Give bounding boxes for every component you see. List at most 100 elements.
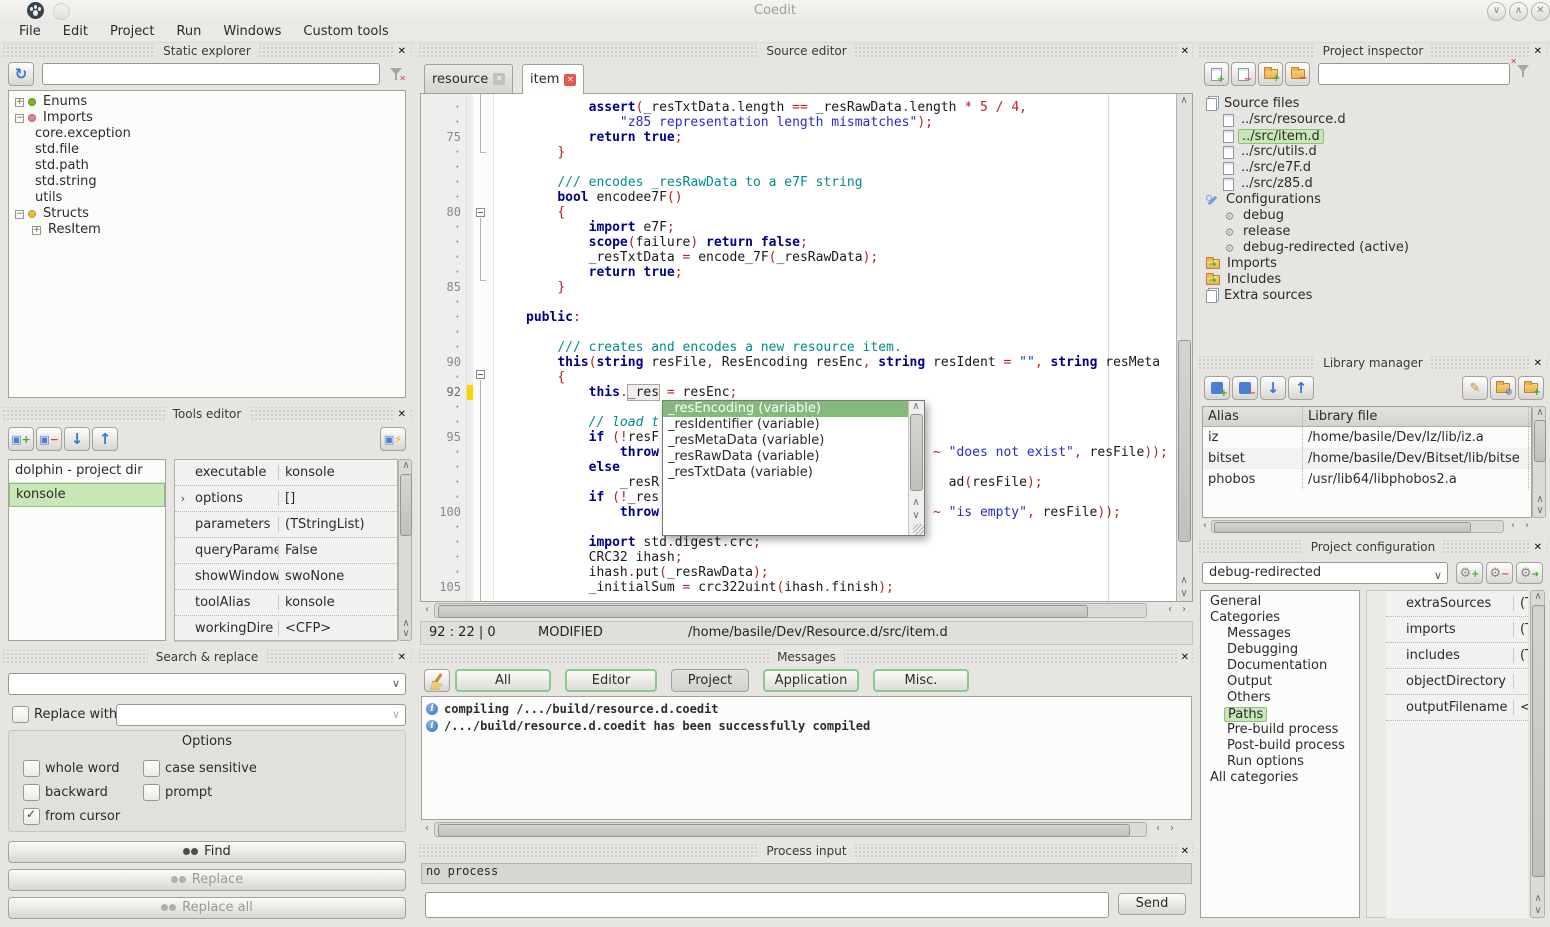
library-row-phobos[interactable]: phobos/usr/lib64/libphobos2.a/us bbox=[1203, 469, 1531, 490]
inspector-filter-input[interactable] bbox=[1318, 63, 1510, 85]
expander-icon[interactable]: + bbox=[32, 226, 41, 235]
property-row-showwindow[interactable]: showWindowswoNone bbox=[175, 564, 397, 590]
replace-with-checkbox[interactable] bbox=[12, 706, 29, 723]
replace-button[interactable]: Replace bbox=[8, 869, 406, 891]
configuration-combo[interactable]: debug-redirected ∨ bbox=[1202, 562, 1448, 584]
tree-item-imports[interactable]: Imports bbox=[1200, 256, 1546, 272]
scrollbar-thumb[interactable] bbox=[400, 474, 412, 536]
menu-run[interactable]: Run bbox=[165, 22, 212, 43]
move-library-up-button[interactable]: ↑ bbox=[1288, 376, 1314, 400]
scroll-right-icon[interactable]: › bbox=[1177, 604, 1191, 616]
send-button[interactable]: Send bbox=[1118, 893, 1186, 915]
property-row-workingdire[interactable]: workingDire<CFP> bbox=[175, 616, 397, 642]
property-value[interactable]: <CFP> bbox=[279, 621, 397, 636]
tree-item-debugging[interactable]: Debugging bbox=[1201, 642, 1359, 658]
whole-word-checkbox[interactable] bbox=[23, 760, 40, 777]
clone-configuration-button[interactable]: ⚙➜ bbox=[1516, 562, 1543, 584]
tree-item-release[interactable]: ⚙release bbox=[1200, 224, 1546, 240]
close-panel-icon[interactable]: ✕ bbox=[395, 407, 409, 422]
from-cursor-checkbox[interactable] bbox=[23, 808, 40, 825]
message-row[interactable]: i/.../build/resource.d.coedit has been s… bbox=[422, 717, 1191, 734]
menu-edit[interactable]: Edit bbox=[52, 22, 99, 43]
tree-item-std-string[interactable]: std.string bbox=[9, 174, 405, 190]
filter-button-application[interactable]: Application bbox=[763, 669, 859, 692]
scroll-left-icon[interactable]: ‹ bbox=[1506, 520, 1520, 532]
tab-close-icon[interactable]: ✕ bbox=[493, 73, 505, 85]
add-library-button[interactable]: + bbox=[1204, 376, 1230, 400]
property-row-includes[interactable]: includes(T bbox=[1386, 643, 1528, 669]
replace-with-combo[interactable]: ∨ bbox=[116, 704, 406, 726]
filter-button-project[interactable]: Project bbox=[671, 669, 749, 692]
property-row-options[interactable]: ›options[] bbox=[175, 486, 397, 512]
close-panel-icon[interactable]: ✕ bbox=[395, 44, 409, 59]
expander-icon[interactable]: − bbox=[15, 114, 24, 123]
scroll-up-icon[interactable]: ∧ bbox=[1531, 591, 1545, 603]
edit-library-button[interactable]: ✎ bbox=[1462, 376, 1488, 400]
property-value[interactable]: False bbox=[279, 543, 397, 558]
scrollbar-thumb[interactable] bbox=[1532, 605, 1545, 877]
tree-item-src-resource-d[interactable]: ../src/resource.d bbox=[1200, 112, 1546, 128]
remove-tool-button[interactable]: ▣− bbox=[36, 427, 62, 451]
search-term-combo[interactable]: ∨ bbox=[8, 673, 406, 695]
menu-custom-tools[interactable]: Custom tools bbox=[292, 22, 399, 43]
close-panel-icon[interactable]: ✕ bbox=[395, 650, 409, 665]
case-sensitive-checkbox[interactable] bbox=[143, 760, 160, 777]
library-row-bitset[interactable]: bitset/home/basile/Dev/Bitset/lib/bitse/… bbox=[1203, 448, 1531, 469]
close-button[interactable]: ✕ bbox=[1531, 2, 1550, 21]
editor-vertical-scrollbar[interactable]: ∧ ∧ ∨ bbox=[1176, 94, 1192, 601]
tree-item-run-options[interactable]: Run options bbox=[1201, 754, 1359, 770]
property-row-imports[interactable]: imports(T bbox=[1386, 617, 1528, 643]
config-grid-scrollbar[interactable]: ∧ ∧ ∨ bbox=[1530, 590, 1545, 918]
messages-list[interactable]: icompiling /.../build/resource.d.coediti… bbox=[421, 696, 1192, 820]
property-row-outputfilename[interactable]: outputFilename<C bbox=[1386, 695, 1528, 721]
property-row-parameters[interactable]: parameters(TStringList) bbox=[175, 512, 397, 538]
tree-item-includes[interactable]: Includes bbox=[1200, 272, 1546, 288]
menu-windows[interactable]: Windows bbox=[212, 22, 292, 43]
scrollbar-thumb[interactable] bbox=[438, 605, 1088, 618]
library-row-iz[interactable]: iz/home/basile/Dev/Iz/lib/iz.a/ho bbox=[1203, 427, 1531, 448]
tree-item-general[interactable]: General bbox=[1201, 594, 1359, 610]
tree-item-resitem[interactable]: +ResItem bbox=[9, 222, 405, 238]
scrollbar-thumb[interactable] bbox=[1534, 420, 1546, 462]
scrollbar-thumb[interactable] bbox=[1214, 522, 1471, 533]
menu-project[interactable]: Project bbox=[99, 22, 165, 43]
tree-item-enums[interactable]: +Enums bbox=[9, 94, 405, 110]
tree-item-core-exception[interactable]: core.exception bbox=[9, 126, 405, 142]
scroll-up-icon[interactable]: ∧ bbox=[1533, 407, 1547, 419]
filter-button-all[interactable]: All bbox=[455, 669, 551, 692]
clear-filter-button[interactable]: ✕ bbox=[384, 62, 410, 86]
symbol-filter-input[interactable] bbox=[42, 63, 380, 85]
tab-resource[interactable]: resource✕ bbox=[424, 64, 513, 93]
tools-grid-scrollbar[interactable]: ∧ ∧ ∨ bbox=[398, 459, 412, 641]
tree-item-debug[interactable]: ⚙debug bbox=[1200, 208, 1546, 224]
scroll-right-icon[interactable]: › bbox=[1165, 823, 1179, 835]
scrollbar-thumb[interactable] bbox=[910, 414, 923, 491]
scroll-down-icon[interactable]: ∨ bbox=[1533, 505, 1547, 517]
tree-item-all-categories[interactable]: All categories bbox=[1201, 770, 1359, 786]
move-tool-up-button[interactable]: ↑ bbox=[92, 427, 118, 451]
maximize-button[interactable]: ∧ bbox=[1509, 2, 1528, 21]
expander-icon[interactable]: + bbox=[15, 98, 24, 107]
tree-item-configurations[interactable]: Configurations bbox=[1200, 192, 1546, 208]
remove-source-button[interactable]: − bbox=[1231, 62, 1256, 86]
message-row[interactable]: icompiling /.../build/resource.d.coedit bbox=[422, 700, 1191, 717]
scroll-up-icon[interactable]: ∧ bbox=[1177, 575, 1191, 587]
property-row-objectdirectory[interactable]: objectDirectory bbox=[1386, 669, 1528, 695]
scroll-up-icon[interactable]: ∧ bbox=[909, 401, 923, 413]
list-item-dolphin-project-dir[interactable]: dolphin - project dir bbox=[9, 460, 165, 483]
tree-item-src-z85-d[interactable]: ../src/z85.d bbox=[1200, 176, 1546, 192]
editor-horizontal-scrollbar[interactable]: ‹ ‹ › bbox=[420, 603, 1193, 618]
scroll-down-icon[interactable]: ∨ bbox=[1531, 905, 1545, 917]
close-panel-icon[interactable]: ✕ bbox=[1178, 844, 1192, 859]
tree-item-post-build-process[interactable]: Post-build process bbox=[1201, 738, 1359, 754]
property-value[interactable]: swoNone bbox=[279, 569, 397, 584]
scrollbar-thumb[interactable] bbox=[438, 824, 1130, 837]
completion-item-resencoding-variable[interactable]: _resEncoding (variable) bbox=[663, 401, 909, 417]
filter-button-editor[interactable]: Editor bbox=[565, 669, 657, 692]
resize-grip[interactable] bbox=[913, 524, 924, 535]
add-source-button[interactable]: + bbox=[1204, 62, 1229, 86]
clear-messages-button[interactable] bbox=[424, 669, 450, 692]
column-header-alias[interactable]: Alias bbox=[1203, 407, 1303, 426]
close-panel-icon[interactable]: ✕ bbox=[1531, 540, 1545, 555]
close-panel-icon[interactable]: ✕ bbox=[1531, 44, 1545, 59]
